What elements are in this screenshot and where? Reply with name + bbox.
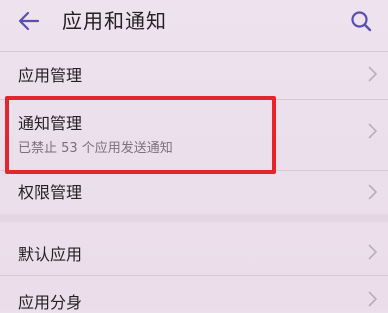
app-bar: 应用和通知 <box>0 0 388 44</box>
list-item-label: 应用管理 <box>18 66 83 85</box>
list-item-label: 应用分身 <box>18 293 83 312</box>
list-item-default-apps[interactable]: 默认应用 <box>0 224 388 272</box>
chevron-right-icon <box>368 184 378 200</box>
list-item-label: 默认应用 <box>18 245 83 264</box>
chevron-right-icon <box>368 123 378 139</box>
chevron-right-icon <box>368 291 378 307</box>
search-icon <box>351 11 372 32</box>
back-button[interactable] <box>14 6 44 36</box>
list-item-app-manager[interactable]: 应用管理 <box>0 52 388 96</box>
list-item-app-twin[interactable]: 应用分身 <box>0 276 388 312</box>
chevron-right-icon <box>368 66 378 82</box>
app-notifications-screen: 应用和通知 应用管理 通知管理 已禁止 53 个应用发送通知 权限管理 默认应用… <box>0 0 388 312</box>
list-item-label: 权限管理 <box>18 183 83 202</box>
list-item-permission-manager[interactable]: 权限管理 <box>0 171 388 215</box>
chevron-right-icon <box>368 244 378 260</box>
section-gap <box>0 214 388 222</box>
search-button[interactable] <box>346 6 376 36</box>
highlight-annotation-box <box>5 96 276 174</box>
page-title: 应用和通知 <box>62 9 167 33</box>
arrow-left-icon <box>18 11 40 31</box>
